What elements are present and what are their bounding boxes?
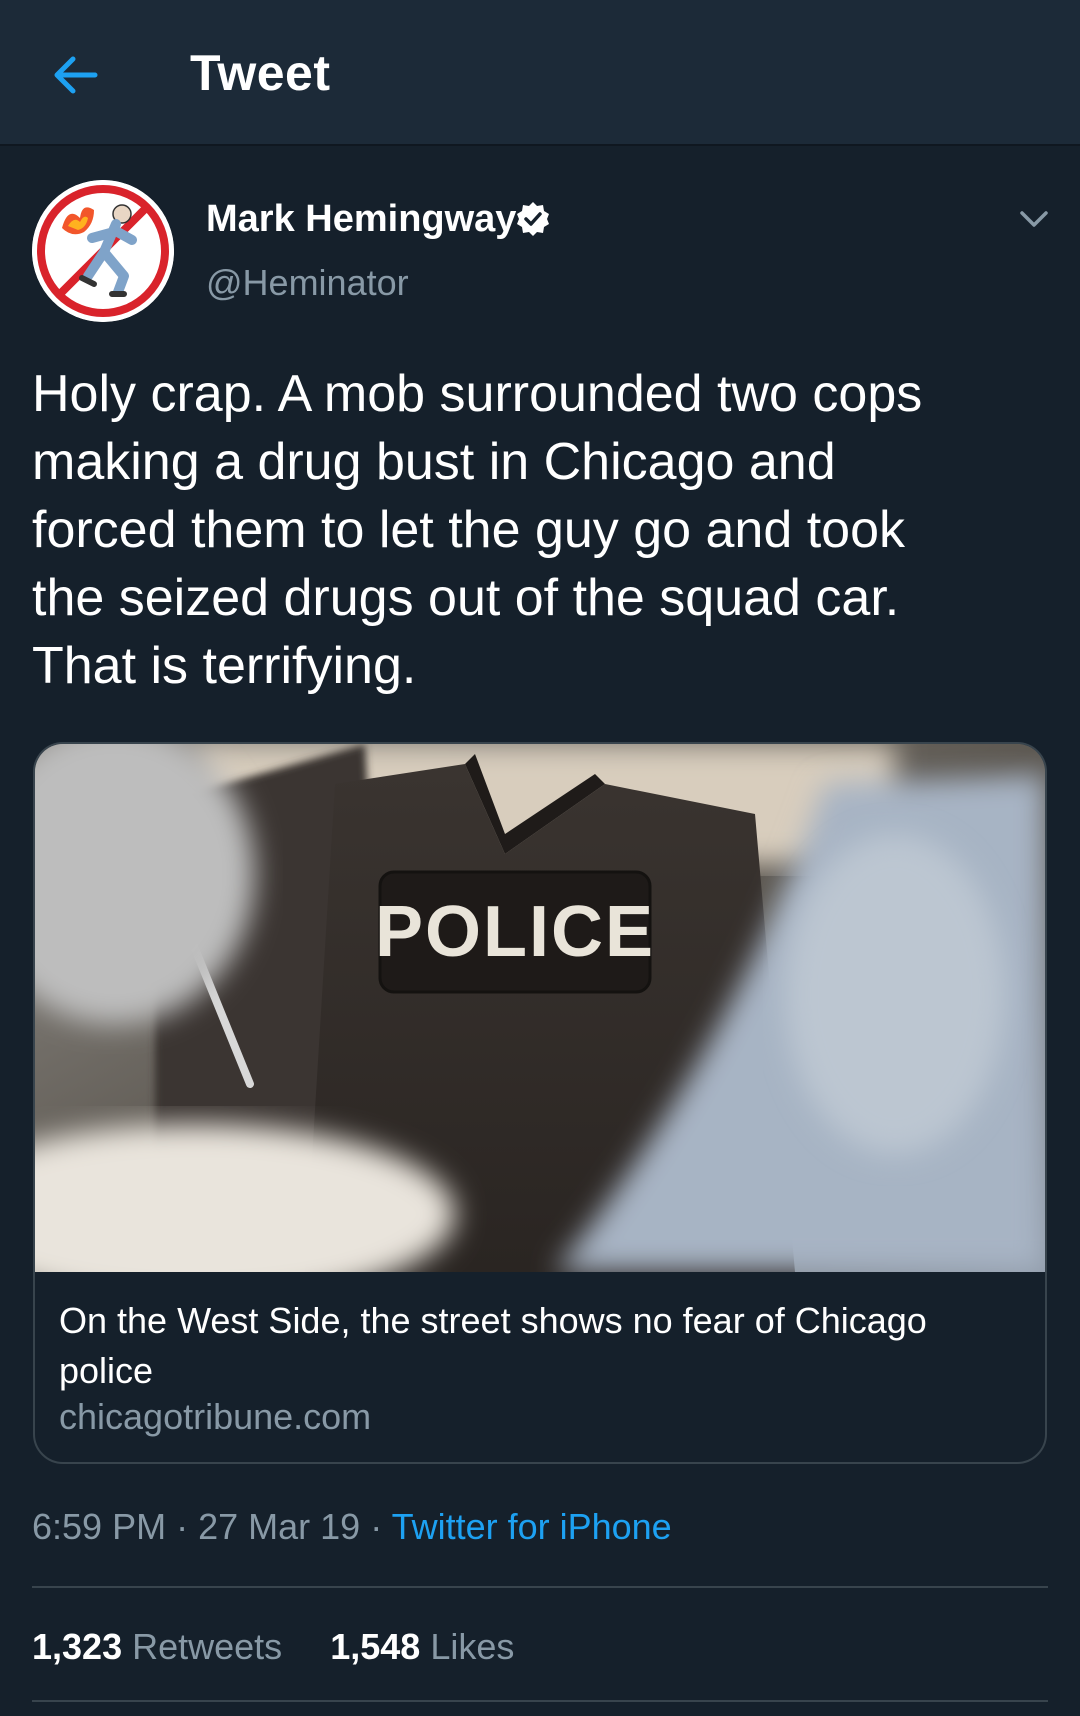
tweet-stats: 1,323 Retweets 1,548 Likes [32,1626,514,1668]
retweets-stat[interactable]: 1,323 Retweets [32,1626,292,1667]
retweets-label: Retweets [132,1626,283,1667]
divider [32,1586,1048,1588]
page-title: Tweet [190,45,331,101]
card-title[interactable]: On the West Side, the street shows no fe… [59,1296,959,1396]
avatar[interactable] [32,180,174,322]
divider [32,1700,1048,1702]
top-bar: Tweet [0,0,1080,146]
tweet-time: 6:59 PM [32,1506,167,1547]
likes-stat[interactable]: 1,548 Likes [330,1626,514,1667]
back-button[interactable] [40,40,110,110]
author-handle[interactable]: @Heminator [206,262,409,304]
tweet-meta: 6:59 PM · 27 Mar 19 · Twitter for iPhone [32,1506,672,1548]
arrow-left-icon [54,56,98,94]
tweet-text: Holy crap. A mob surrounded two cops mak… [32,365,923,695]
meta-separator: · [370,1506,383,1547]
tweet-date: 27 Mar 19 [198,1506,361,1547]
author-name[interactable]: Mark Hemingway [206,198,516,241]
avatar-running-man-image [32,180,174,322]
meta-separator: · [176,1506,189,1547]
retweets-count: 1,323 [32,1626,123,1667]
verified-badge-icon [517,202,549,236]
chevron-down-icon[interactable] [1016,205,1052,233]
card-image: POLICE [35,744,1045,1272]
tweet-source-link[interactable]: Twitter for iPhone [392,1506,672,1547]
card-domain: chicagotribune.com [59,1396,372,1437]
link-card[interactable]: POLICE On the West Side, the street show… [33,742,1047,1464]
likes-label: Likes [430,1626,515,1667]
police-patch-text: POLICE [375,892,655,972]
likes-count: 1,548 [330,1626,421,1667]
